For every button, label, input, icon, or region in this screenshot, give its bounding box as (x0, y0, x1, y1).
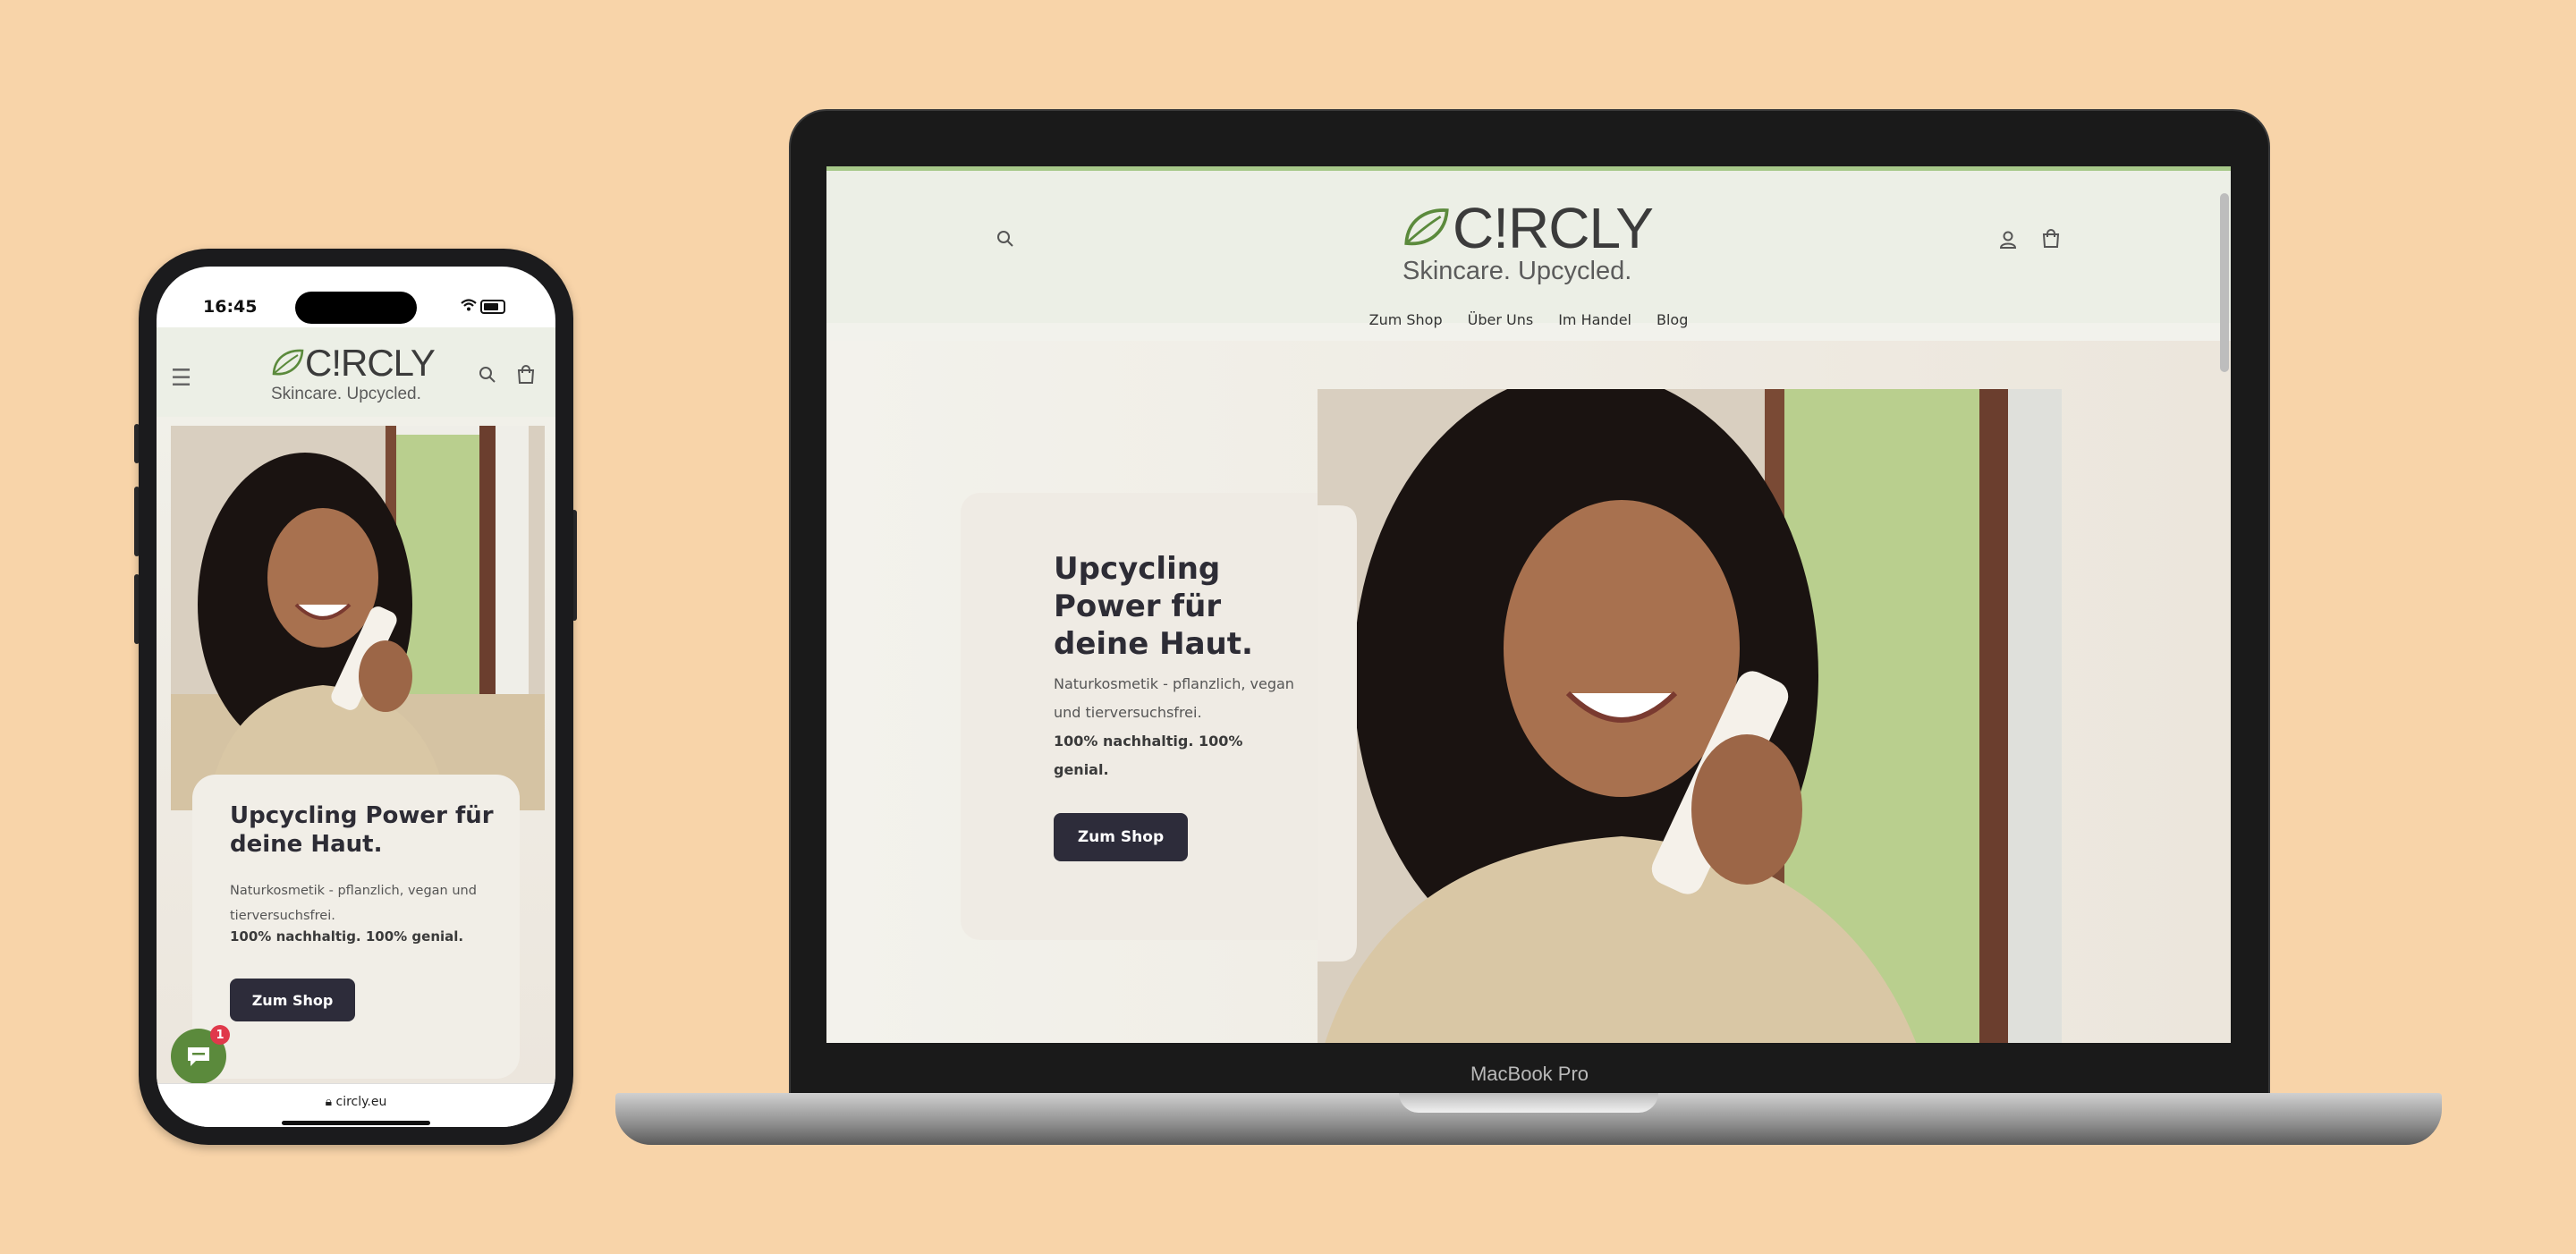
nav-item-about[interactable]: Über Uns (1468, 311, 1534, 328)
scrollbar[interactable] (2220, 193, 2229, 372)
hero-photo-illustration (1318, 389, 2062, 1043)
hero-text-card: Upcycling Power für deine Haut. Naturkos… (961, 493, 1363, 940)
phone-header: ☰ C!RCLY Skincare. Upcycled. (157, 327, 555, 417)
chat-badge: 1 (210, 1025, 230, 1045)
account-icon[interactable] (1998, 230, 2018, 250)
phone-screen: 16:45 ☰ C!RCLY Skincare. Upcycled. Upcyc… (157, 267, 555, 1127)
shop-button[interactable]: Zum Shop (230, 979, 355, 1021)
search-icon[interactable] (479, 366, 496, 384)
laptop-lid-notch (1399, 1093, 1658, 1113)
hero-description: Naturkosmetik - pflanzlich, vegan und ti… (230, 884, 477, 923)
phone-hero: Upcycling Power für deine Haut. Naturkos… (157, 417, 555, 1084)
top-accent-line (826, 166, 2231, 171)
brand-name: C!RCLY (305, 342, 436, 384)
phone-device: 16:45 ☰ C!RCLY Skincare. Upcycled. Upcyc… (139, 249, 573, 1145)
menu-icon[interactable]: ☰ (171, 365, 191, 392)
hero-title: Upcycling Power für deine Haut. (230, 802, 494, 858)
home-indicator (282, 1121, 430, 1125)
laptop-base (615, 1093, 2442, 1145)
dynamic-island (295, 292, 417, 324)
hero-photo (1318, 389, 2062, 1043)
nav-item-blog[interactable]: Blog (1657, 311, 1688, 328)
status-time: 16:45 (203, 297, 258, 317)
hero-description: Naturkosmetik - pflanzlich, vegan und ti… (1054, 675, 1294, 721)
cart-icon[interactable] (516, 365, 536, 385)
brand-tagline: Skincare. Upcycled. (271, 385, 421, 403)
leaf-logo-icon (272, 349, 304, 376)
search-icon[interactable] (996, 230, 1014, 248)
main-nav: Zum Shop Über Uns Im Handel Blog (826, 311, 2231, 328)
hero-description-bold: 100% nachhaltig. 100% genial. (1054, 733, 1243, 778)
lock-icon: 🔒︎ (325, 1095, 333, 1109)
cart-icon[interactable] (2041, 229, 2061, 249)
hero-title: Upcycling Power für deine Haut. (1054, 551, 1253, 662)
hero-photo-illustration (171, 426, 545, 810)
leaf-logo-icon (1404, 208, 1449, 246)
laptop-hero: Upcycling Power für deine Haut. Naturkos… (826, 341, 2231, 1043)
chat-icon (188, 1047, 209, 1066)
hero-photo (171, 426, 545, 810)
brand-name: C!RCLY (1453, 196, 1654, 260)
shop-button[interactable]: Zum Shop (1054, 813, 1188, 861)
laptop-header: C!RCLY Skincare. Upcycled. (826, 171, 2231, 323)
chat-button[interactable]: 1 (171, 1025, 230, 1084)
browser-url-bar[interactable]: 🔒︎ circly.eu (157, 1083, 555, 1127)
url-value: circly.eu (335, 1095, 387, 1109)
brand-tagline: Skincare. Upcycled. (1402, 257, 1632, 285)
laptop-model-label: MacBook Pro (1470, 1063, 1589, 1085)
battery-icon (480, 300, 505, 314)
hero-description-bold: 100% nachhaltig. 100% genial. (230, 928, 464, 945)
hero-text-card: Upcycling Power für deine Haut. Naturkos… (192, 775, 520, 1079)
wifi-icon (461, 299, 477, 311)
nav-item-retail[interactable]: Im Handel (1558, 311, 1631, 328)
url-text: 🔒︎ circly.eu (157, 1095, 555, 1109)
nav-item-shop[interactable]: Zum Shop (1369, 311, 1443, 328)
laptop-screen: C!RCLY Skincare. Upcycled. Zum Shop Über… (826, 166, 2231, 1043)
